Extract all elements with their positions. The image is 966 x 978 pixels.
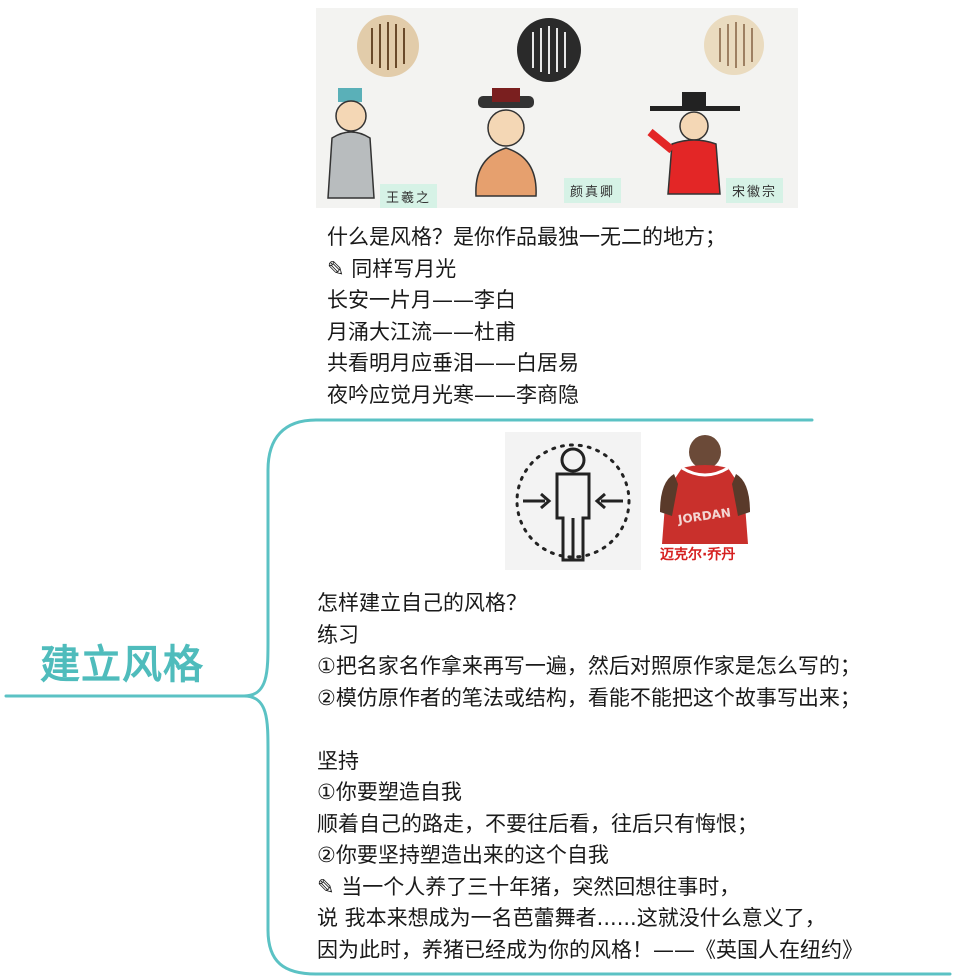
- text-line: 长安一片月——李白: [327, 288, 516, 312]
- text-line: [317, 714, 863, 746]
- node-how-to-build-style[interactable]: 怎样建立自己的风格？ 练习 ①把名家名作拿来再写一遍，然后对照原作家是怎么写的；…: [317, 588, 863, 966]
- text-line: 共看明月应垂泪——白居易: [327, 351, 579, 375]
- text-line: 怎样建立自己的风格？: [317, 591, 527, 615]
- jordan-image: JORDAN 迈克尔·乔丹: [652, 432, 758, 570]
- caption-song: 宋徽宗: [726, 178, 784, 203]
- root-title[interactable]: 建立风格: [40, 632, 204, 690]
- text-line: 顺着自己的路走，不要往后看，往后只有悔恨；: [317, 811, 758, 836]
- text-line: 什么是风格？是你作品最独一无二的地方；: [327, 225, 726, 249]
- text-line: ✎ 同样写月光: [327, 256, 457, 281]
- text-line: ②你要坚持塑造出来的这个自我: [317, 843, 609, 867]
- jordan-caption: 迈克尔·乔丹: [660, 547, 736, 563]
- text-line: ①你要塑造自我: [317, 780, 462, 804]
- caption-wang: 王羲之: [380, 184, 438, 208]
- text-line: ✎ 当一个人养了三十年猪，突然回想往事时，: [317, 874, 741, 899]
- text-line: ②模仿原作者的笔法或结构，看能不能把这个故事写出来；: [317, 685, 861, 710]
- text-line: 说 我本来想成为一名芭蕾舞者......这就没什么意义了，: [317, 906, 826, 930]
- figure-yan: [475, 88, 537, 197]
- calligraphers-image: 王羲之 颜真卿 宋徽宗: [316, 8, 798, 208]
- self-focus-icon-image: [505, 432, 641, 570]
- node-what-is-style[interactable]: 什么是风格？是你作品最独一无二的地方； ✎ 同样写月光 长安一片月——李白 月涌…: [327, 222, 726, 411]
- text-line: 月涌大江流——杜甫: [327, 319, 516, 344]
- text-line: 练习: [317, 622, 359, 647]
- caption-yan: 颜真卿: [564, 178, 622, 203]
- text-line: ①把名家名作拿来再写一遍，然后对照原作家是怎么写的；: [317, 654, 861, 678]
- figure-wang: [327, 88, 375, 199]
- text-line: 夜吟应觉月光寒——李商隐: [327, 382, 579, 407]
- text-line: 坚持: [317, 748, 359, 773]
- person-arrows-icon: [515, 443, 631, 562]
- text-line: 因为此时，养猪已经成为你的风格！——《英国人在纽约》: [317, 937, 863, 962]
